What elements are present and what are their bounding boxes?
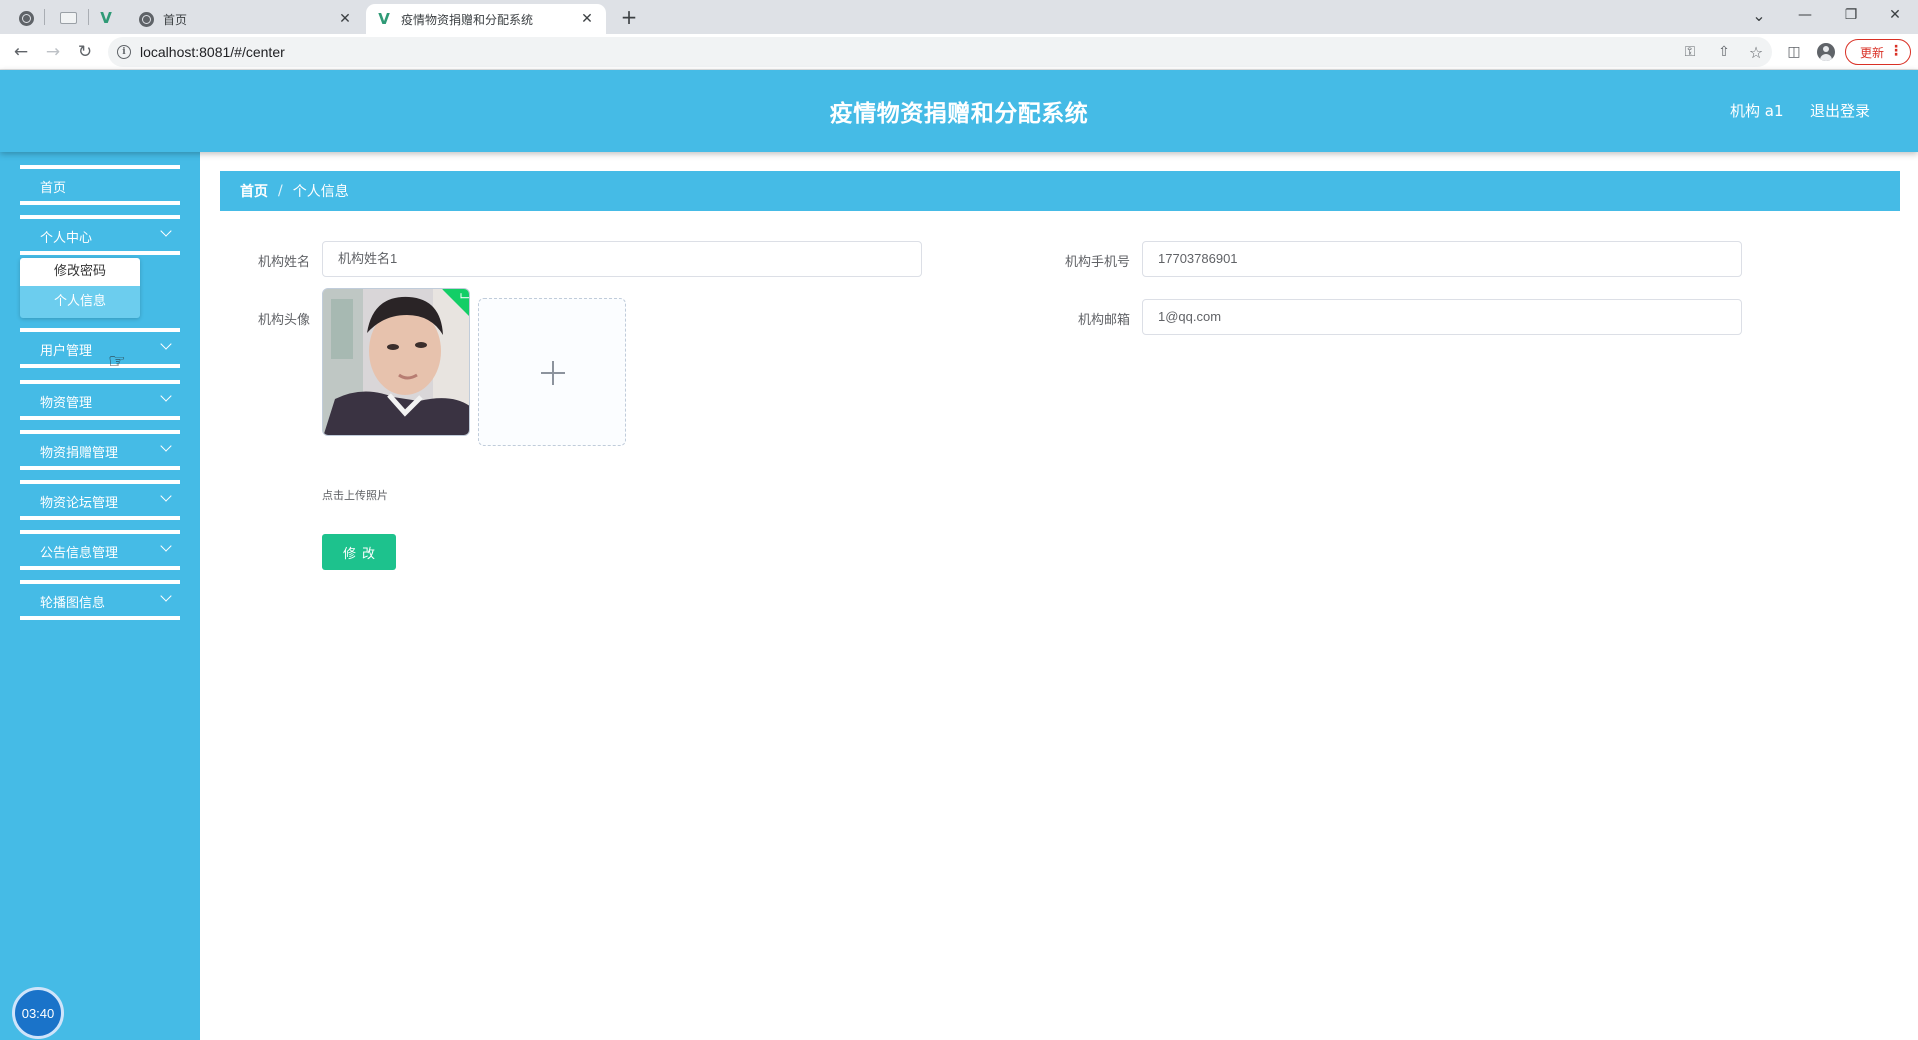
new-tab-button[interactable]: + [616, 5, 642, 31]
side-panel-icon[interactable]: ◫ [1784, 42, 1804, 62]
sidebar-item-label: 轮播图信息 [40, 596, 106, 611]
url-text[interactable]: localhost:8081/#/center [140, 44, 285, 60]
more-menu-icon[interactable]: ⋮ [1889, 43, 1903, 59]
sidebar-item-supplies-management[interactable]: 物资管理 [20, 380, 180, 420]
chevron-down-icon [160, 590, 172, 602]
upload-button[interactable] [478, 298, 626, 446]
avatar-label: 机构头像 [257, 313, 310, 328]
tab-title: 疫情物资捐赠和分配系统 [401, 12, 534, 27]
tab-home[interactable]: 首页 ✕ [128, 4, 364, 34]
logout-link[interactable]: 退出登录 [1810, 100, 1870, 121]
recording-timer[interactable]: 03:40 [12, 987, 64, 1039]
current-user: 机构 a1 [1730, 102, 1784, 120]
forward-arrow-icon[interactable]: → [40, 39, 66, 65]
submenu-personal-center: 修改密码 个人信息 [20, 258, 140, 318]
submenu-item-personal-info[interactable]: 个人信息 [20, 288, 140, 316]
sidebar-item-label: 个人中心 [40, 231, 93, 246]
tab-separator [88, 9, 89, 25]
close-icon[interactable]: ✕ [578, 11, 596, 27]
phone-label: 机构手机号 [1064, 255, 1130, 270]
breadcrumb: 首页 / 个人信息 [220, 171, 1900, 211]
chevron-down-icon [160, 540, 172, 552]
email-input[interactable]: 1@qq.com [1142, 299, 1742, 335]
minimize-button[interactable]: — [1782, 0, 1828, 30]
sidebar-item-label: 物资捐赠管理 [40, 446, 119, 461]
sidebar-item-label: 公告信息管理 [40, 546, 119, 561]
app-header: 疫情物资捐赠和分配系统 机构 a1 退出登录 [0, 70, 1918, 152]
breadcrumb-current: 个人信息 [292, 184, 349, 200]
chevron-down-icon [160, 338, 172, 350]
sidebar-item-label: 用户管理 [40, 344, 93, 359]
sidebar-item-personal-center[interactable]: 个人中心 [20, 215, 180, 255]
pinned-tab-globe[interactable] [12, 5, 40, 31]
browser-toolbar: ← → ↻ i localhost:8081/#/center ⚿ ⇧ ☆ ◫ … [0, 34, 1918, 70]
key-icon[interactable]: ⚿ [1680, 42, 1700, 62]
sidebar-item-label: 首页 [40, 181, 67, 196]
breadcrumb-separator: / [278, 183, 283, 199]
chevron-down-icon [160, 225, 172, 237]
sidebar-item-carousel-info[interactable]: 轮播图信息 [20, 580, 180, 620]
sidebar-item-user-management[interactable]: 用户管理 [20, 328, 180, 368]
bookmark-star-icon[interactable]: ☆ [1746, 42, 1766, 62]
name-input[interactable]: 机构姓名1 [322, 241, 922, 277]
back-arrow-icon[interactable]: ← [8, 39, 34, 65]
address-bar[interactable]: i localhost:8081/#/center ⚿ ⇧ ☆ [108, 37, 1772, 67]
share-icon[interactable]: ⇧ [1714, 42, 1734, 62]
hand-cursor-icon: ☞ [108, 349, 126, 373]
sidebar-item-forum-management[interactable]: 物资论坛管理 [20, 480, 180, 520]
avatar-image[interactable] [322, 288, 470, 436]
close-icon[interactable]: ✕ [336, 11, 354, 27]
sidebar-item-notice-management[interactable]: 公告信息管理 [20, 530, 180, 570]
chevron-down-icon [160, 390, 172, 402]
pinned-tab-vue[interactable]: V [92, 5, 120, 31]
sidebar-item-label: 物资管理 [40, 396, 93, 411]
tab-title: 首页 [163, 12, 188, 27]
restore-button[interactable]: ❐ [1828, 0, 1874, 30]
submenu-item-change-password[interactable]: 修改密码 [20, 258, 140, 286]
globe-icon [138, 11, 154, 27]
tab-active-system[interactable]: V 疫情物资捐赠和分配系统 ✕ [366, 4, 606, 34]
name-label: 机构姓名 [257, 255, 310, 270]
app-title: 疫情物资捐赠和分配系统 [829, 101, 1089, 127]
globe-icon [18, 10, 34, 26]
sidebar-item-home[interactable]: 首页 [20, 165, 180, 205]
breadcrumb-home[interactable]: 首页 [240, 181, 268, 201]
blank-page-icon [59, 12, 77, 24]
email-label: 机构邮箱 [1077, 313, 1130, 328]
vue-logo-icon: V [100, 8, 112, 27]
pinned-tab-blank[interactable] [54, 5, 82, 31]
profile-icon[interactable] [1816, 42, 1836, 62]
phone-input[interactable]: 17703786901 [1142, 241, 1742, 277]
update-button[interactable]: 更新 ⋮ [1845, 39, 1911, 65]
sidebar-item-label: 物资论坛管理 [40, 496, 119, 511]
tab-separator [44, 9, 45, 25]
site-info-icon[interactable]: i [117, 45, 131, 59]
window-close-button[interactable]: ✕ [1872, 0, 1918, 30]
update-submit-button[interactable]: 修改 [322, 534, 396, 570]
chevron-down-icon [160, 490, 172, 502]
update-label: 更新 [1860, 45, 1885, 60]
reload-icon[interactable]: ↻ [72, 39, 98, 65]
chevron-down-icon [160, 440, 172, 452]
vue-logo-icon: V [378, 9, 390, 28]
tab-search-button[interactable]: ⌄ [1736, 0, 1782, 30]
portrait-image [323, 289, 469, 435]
upload-tip: 点击上传照片 [322, 489, 388, 502]
browser-tab-strip: V 首页 ✕ V 疫情物资捐赠和分配系统 ✕ + ⌄ — ❐ ✕ [0, 0, 1918, 34]
sidebar-item-donation-management[interactable]: 物资捐赠管理 [20, 430, 180, 470]
